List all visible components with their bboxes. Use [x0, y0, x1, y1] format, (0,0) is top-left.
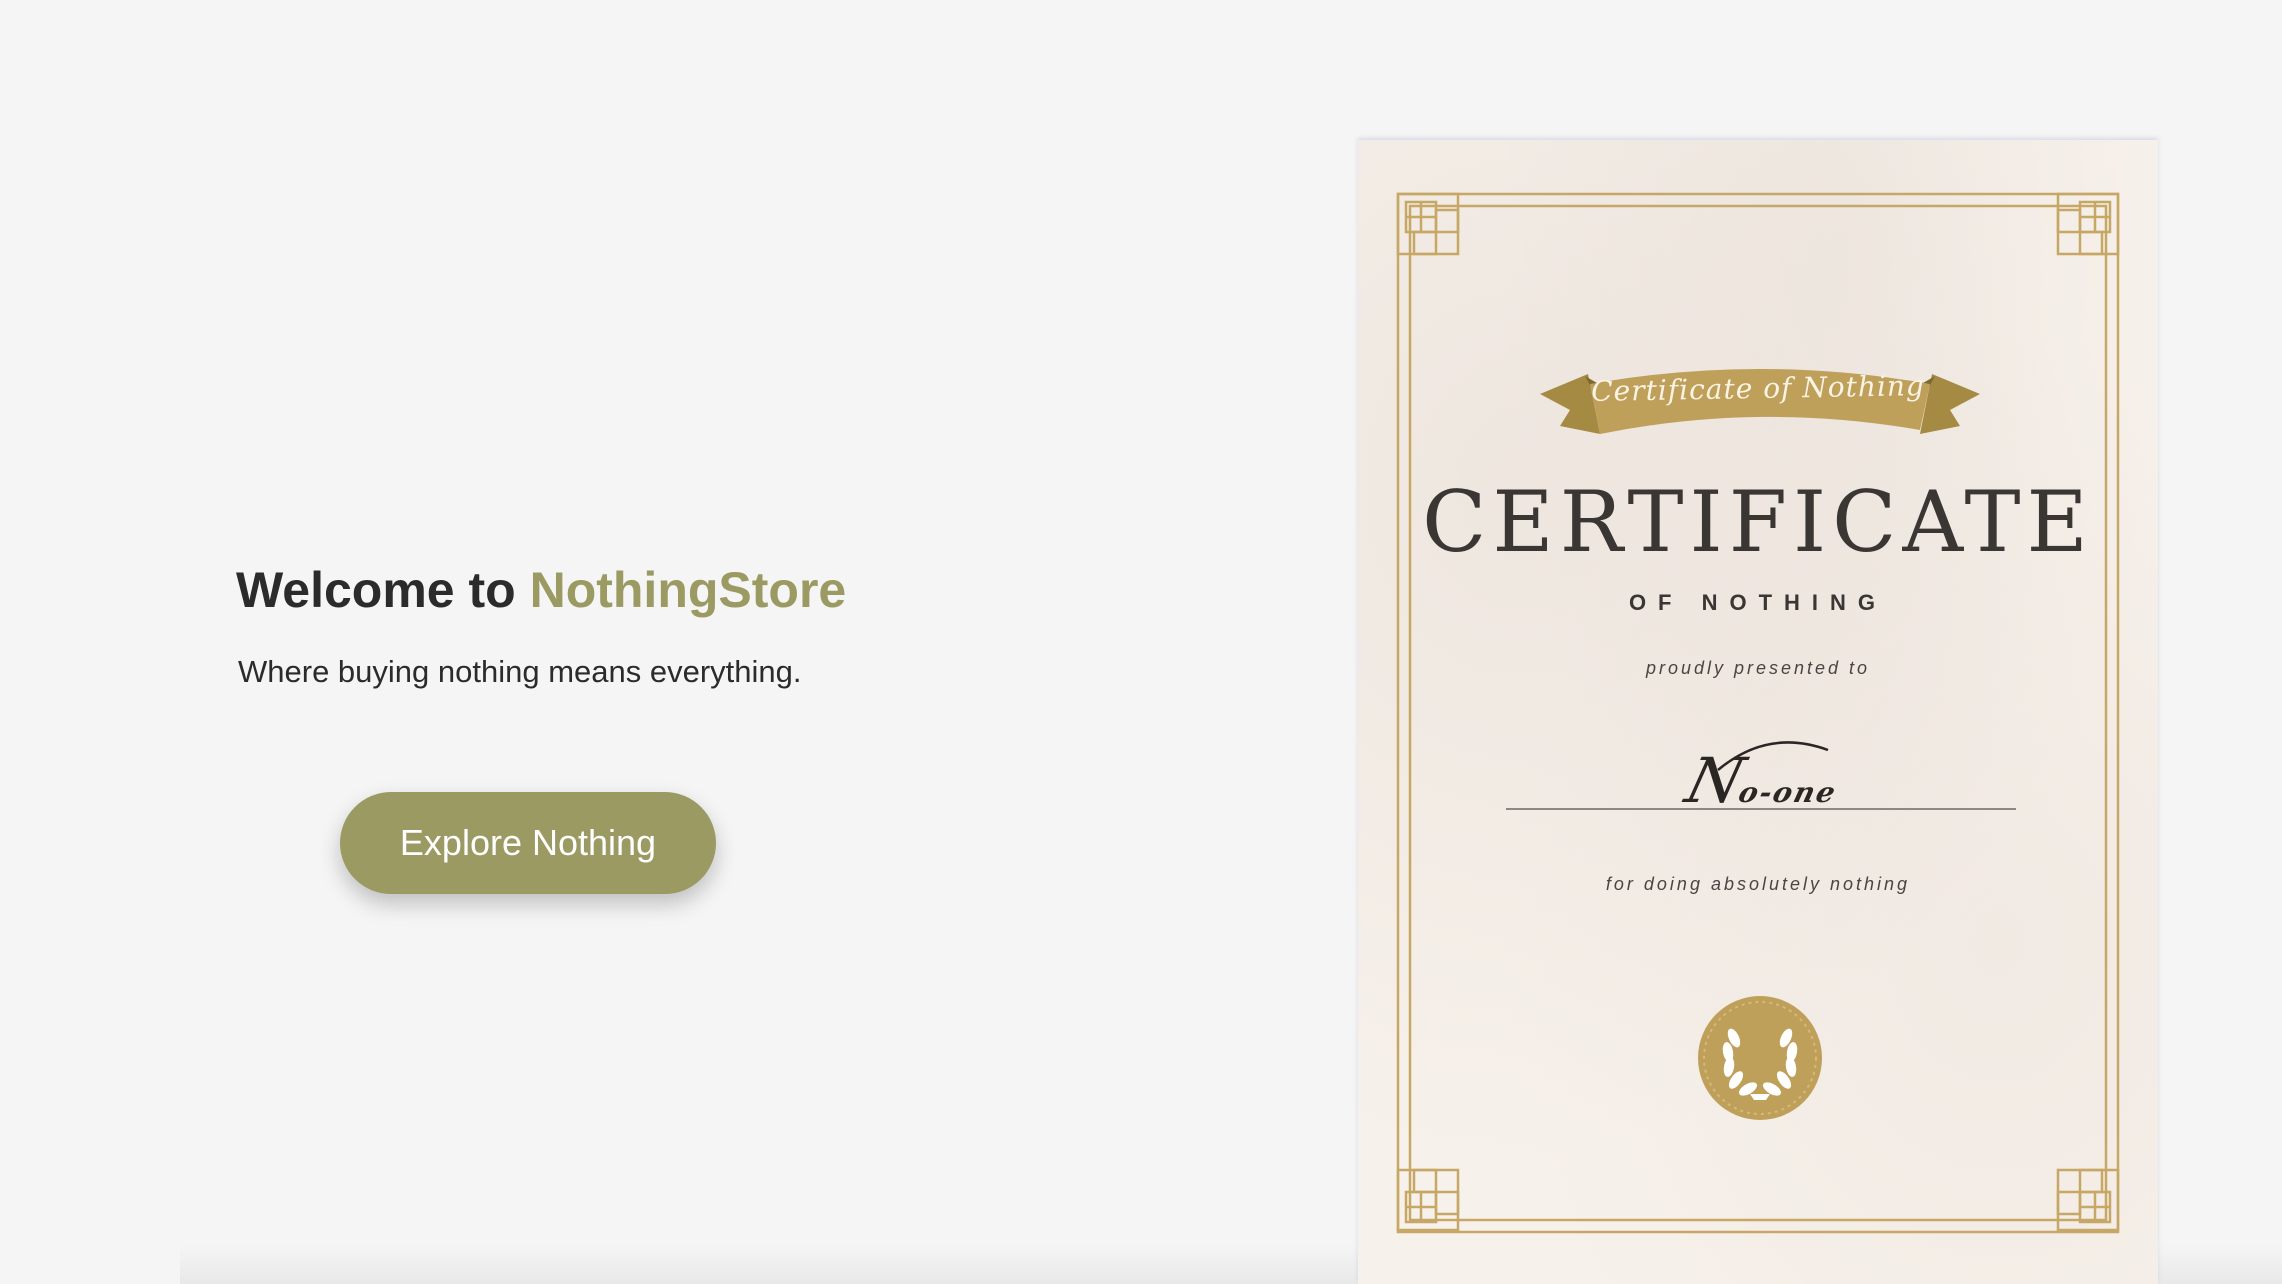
signature-line: [1506, 808, 2016, 810]
explore-nothing-button[interactable]: Explore Nothing: [340, 792, 716, 894]
hero-section: Welcome to NothingStore Where buying not…: [236, 560, 876, 690]
brand-name: NothingStore: [529, 562, 847, 618]
certificate-heading: CERTIFICATE: [1422, 473, 2094, 571]
landing-page: Welcome to NothingStore Where buying not…: [0, 0, 2282, 1284]
presented-to-text: proudly presented to: [1645, 658, 1871, 678]
signature-flourish: [1717, 741, 1829, 771]
laurel-seal-icon: [1698, 996, 1822, 1120]
hero-title-prefix: Welcome to: [236, 562, 530, 618]
certificate-reason: for doing absolutely nothing: [1605, 874, 1911, 894]
hero-subtitle: Where buying nothing means everything.: [238, 654, 802, 689]
certificate-subheading: OF NOTHING: [1628, 590, 1888, 615]
certificate-image: Certificate of Nothing CERTIFICATE OF NO…: [1358, 140, 2158, 1284]
corner-ornament-top-left: [1396, 192, 1460, 256]
hero-title: Welcome to NothingStore: [236, 560, 876, 620]
corner-ornament-top-right: [2056, 192, 2120, 256]
